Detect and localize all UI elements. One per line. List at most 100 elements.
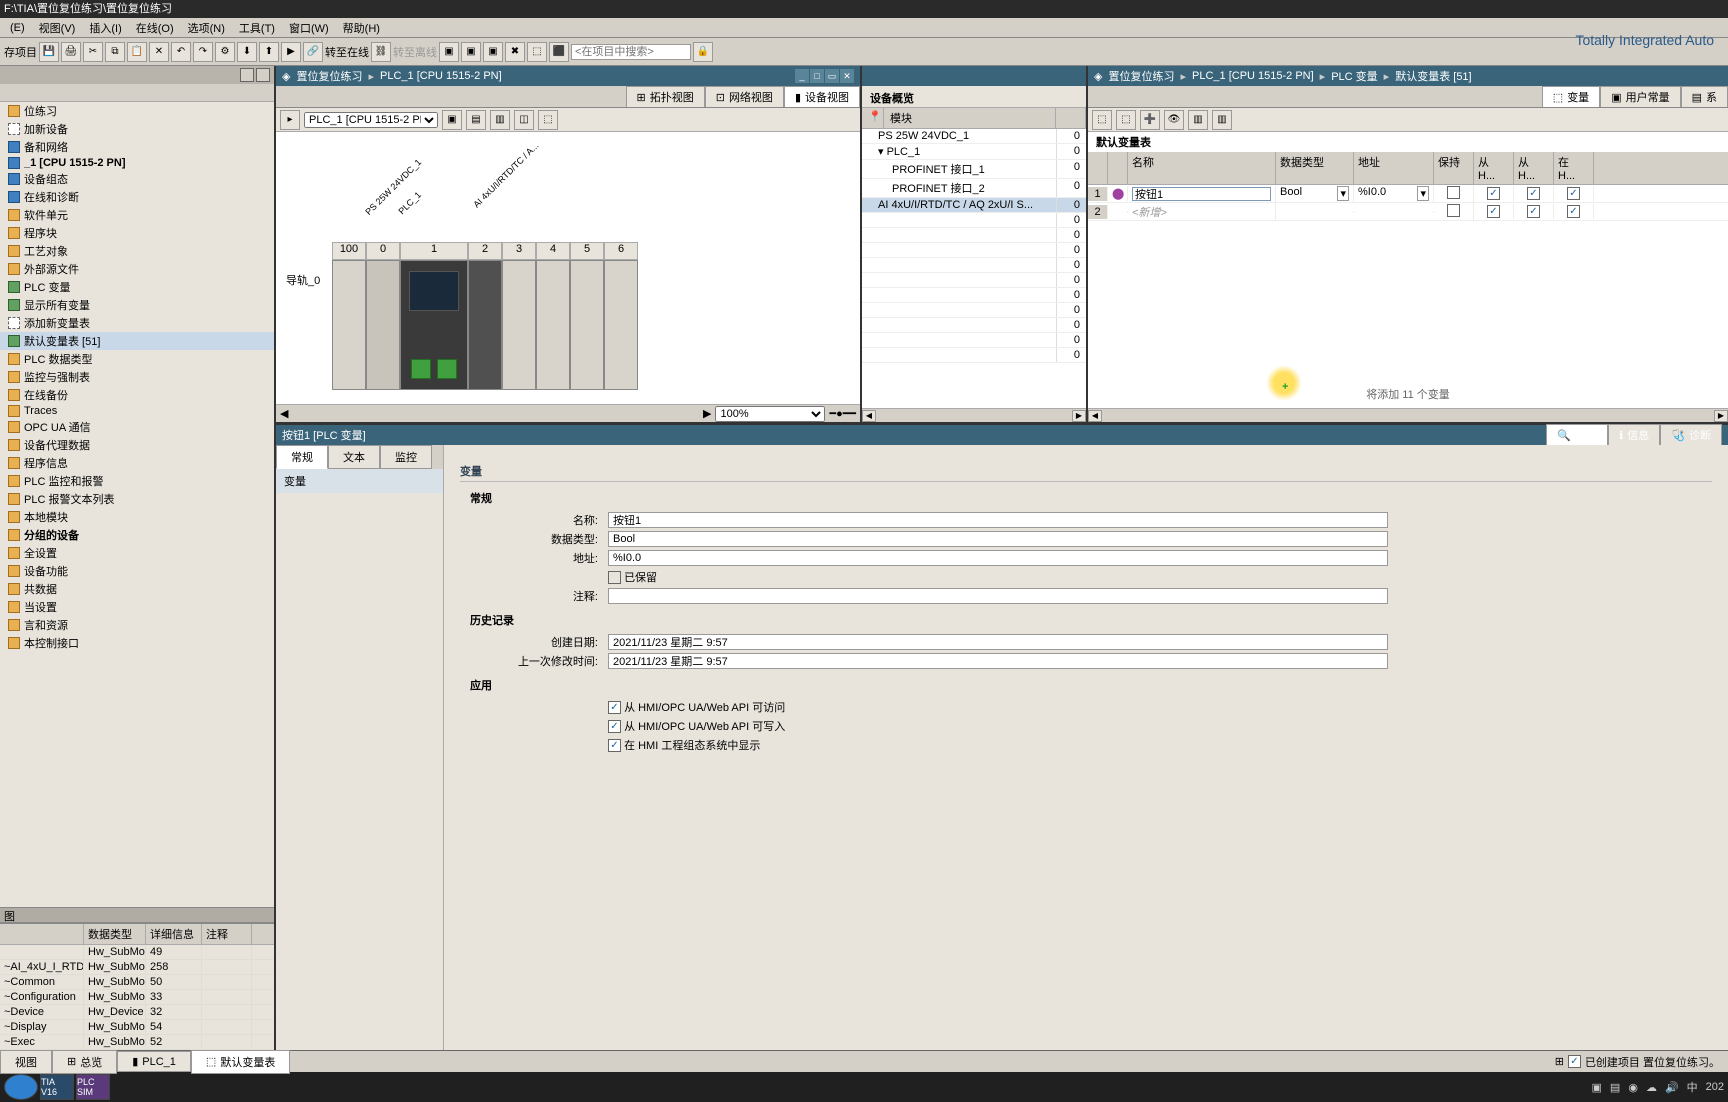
- slot-2-ai[interactable]: [468, 260, 502, 390]
- tbx4-icon[interactable]: ✖: [505, 42, 525, 62]
- tab-sys[interactable]: ▤系: [1681, 86, 1728, 107]
- go-offline-btn[interactable]: 转至离线: [393, 44, 437, 60]
- overview-row[interactable]: PROFINET 接口_10: [862, 160, 1086, 179]
- addr-dropdown-icon[interactable]: ▾: [1417, 186, 1429, 201]
- new-tag-placeholder[interactable]: <新增>: [1128, 203, 1276, 221]
- detail-row[interactable]: ~CommonHw_SubMo...50: [0, 975, 274, 990]
- menu-online[interactable]: 在线(O): [130, 18, 180, 38]
- slot-1-cpu[interactable]: [400, 260, 468, 390]
- upload-icon[interactable]: ⬆: [259, 42, 279, 62]
- layout-icon[interactable]: ⊞: [1555, 1055, 1564, 1068]
- tray-time[interactable]: 202: [1706, 1081, 1724, 1093]
- overview-empty-row[interactable]: 0: [862, 258, 1086, 273]
- copy-icon[interactable]: ⧉: [105, 42, 125, 62]
- scroll-left-icon[interactable]: ◀: [280, 407, 288, 420]
- overview-empty-row[interactable]: 0: [862, 273, 1086, 288]
- th-keep[interactable]: 保持: [1434, 152, 1474, 184]
- tree-item[interactable]: 当设置: [0, 598, 274, 616]
- dev-tool3-icon[interactable]: ▤: [466, 110, 486, 130]
- tray-icon1[interactable]: ▣: [1592, 1081, 1602, 1094]
- tree-item[interactable]: 位练习: [0, 102, 274, 120]
- sidetab-monitor[interactable]: 监控: [380, 445, 432, 469]
- chk-fromh2[interactable]: [1527, 187, 1540, 200]
- menu-help[interactable]: 帮助(H): [337, 18, 386, 38]
- tree-item[interactable]: 共数据: [0, 580, 274, 598]
- tab-diag[interactable]: 🩺诊断: [1660, 424, 1722, 445]
- tree-item[interactable]: PLC 监控和报警: [0, 472, 274, 490]
- th-addr[interactable]: 地址: [1354, 152, 1434, 184]
- paste-icon[interactable]: 📋: [127, 42, 147, 62]
- crumb2-tags[interactable]: PLC 变量: [1331, 68, 1377, 84]
- tree-item[interactable]: 本控制接口: [0, 634, 274, 652]
- tree-item[interactable]: 软件单元: [0, 206, 274, 224]
- save-project-btn[interactable]: 存项目: [4, 44, 37, 60]
- tree-item[interactable]: PLC 报警文本列表: [0, 490, 274, 508]
- print-icon[interactable]: 🖨: [61, 42, 81, 62]
- detail-row[interactable]: ~ConfigurationHw_SubMo...33: [0, 990, 274, 1005]
- slot-6[interactable]: [604, 260, 638, 390]
- device-rack[interactable]: 1000123456: [332, 242, 638, 390]
- tbx3-icon[interactable]: ▣: [483, 42, 503, 62]
- cut-icon[interactable]: ✂: [83, 42, 103, 62]
- tab-topology[interactable]: ⊞拓扑视图: [626, 86, 705, 107]
- tree-opt-icon[interactable]: [256, 68, 270, 82]
- tree-item[interactable]: 外部源文件: [0, 260, 274, 278]
- tag-addr[interactable]: %I0.0: [1358, 186, 1417, 201]
- detail-row[interactable]: Hw_SubMo...49: [0, 945, 274, 960]
- tree-item[interactable]: 显示所有变量: [0, 296, 274, 314]
- overview-empty-row[interactable]: 0: [862, 303, 1086, 318]
- tab-network[interactable]: ⊡网络视图: [705, 86, 784, 107]
- app-plcsim[interactable]: PLC SIM: [76, 1074, 110, 1100]
- vt4-icon[interactable]: 👁: [1164, 110, 1184, 130]
- tree-item[interactable]: 程序信息: [0, 454, 274, 472]
- zoom-slider[interactable]: ━●━━: [829, 407, 856, 420]
- tab-user-const[interactable]: ▣用户常量: [1600, 86, 1680, 107]
- crumb2-plc[interactable]: PLC_1 [CPU 1515-2 PN]: [1192, 70, 1314, 82]
- crumb2-project[interactable]: 置位复位练习: [1108, 68, 1174, 84]
- var-hscroll[interactable]: ◀▶: [1088, 408, 1728, 422]
- ov-module-hdr[interactable]: 模块: [884, 108, 1056, 128]
- field-dtype[interactable]: [608, 531, 1388, 547]
- menu-view[interactable]: 视图(V): [33, 18, 82, 38]
- chk2-inh[interactable]: [1567, 205, 1580, 218]
- vt6-icon[interactable]: ▥: [1212, 110, 1232, 130]
- win-rest-icon[interactable]: ▭: [825, 69, 839, 83]
- dh-comment[interactable]: 注释: [202, 924, 252, 944]
- detail-row[interactable]: ~ExecHw_SubMo...52: [0, 1035, 274, 1050]
- tree-item[interactable]: 备和网络: [0, 138, 274, 156]
- tree-item[interactable]: 程序块: [0, 224, 274, 242]
- vt5-icon[interactable]: ▥: [1188, 110, 1208, 130]
- overview-empty-row[interactable]: 0: [862, 318, 1086, 333]
- tree-item[interactable]: 工艺对象: [0, 242, 274, 260]
- win-min-icon[interactable]: _: [795, 69, 809, 83]
- ov-hscroll[interactable]: ◀▶: [862, 408, 1086, 422]
- th-name[interactable]: 名称: [1128, 152, 1276, 184]
- chk2-fromh2[interactable]: [1527, 205, 1540, 218]
- tree-collapse-icon[interactable]: [240, 68, 254, 82]
- chk-hmi-write[interactable]: [608, 720, 621, 733]
- overview-row[interactable]: AI 4xU/I/RTD/TC / AQ 2xU/I S...0: [862, 198, 1086, 213]
- overview-empty-row[interactable]: 0: [862, 288, 1086, 303]
- slot-0-ps[interactable]: [366, 260, 400, 390]
- tree-item[interactable]: PLC 变量: [0, 278, 274, 296]
- field-addr[interactable]: [608, 550, 1388, 566]
- chk-inh[interactable]: [1567, 187, 1580, 200]
- tree-item[interactable]: 言和资源: [0, 616, 274, 634]
- tray-ime[interactable]: 中: [1687, 1079, 1698, 1095]
- zoom-select[interactable]: 100%: [715, 406, 825, 422]
- slot-100[interactable]: [332, 260, 366, 390]
- th-dtype[interactable]: 数据类型: [1276, 152, 1354, 184]
- th-fromh1[interactable]: 从 H...: [1474, 152, 1514, 184]
- sim-icon[interactable]: ▶: [281, 42, 301, 62]
- app-tia[interactable]: TIA V16: [40, 1074, 74, 1100]
- tray-nvidia-icon[interactable]: ◉: [1628, 1081, 1638, 1094]
- tab-device[interactable]: ▮设备视图: [784, 86, 860, 107]
- nav-icon[interactable]: ◈: [282, 70, 290, 83]
- split-v-icon[interactable]: ⬛: [549, 42, 569, 62]
- tree-item[interactable]: Traces: [0, 404, 274, 418]
- menu-edit[interactable]: (E): [4, 20, 31, 36]
- slot-5[interactable]: [570, 260, 604, 390]
- chk-hmi-access[interactable]: [608, 701, 621, 714]
- th-inh[interactable]: 在 H...: [1554, 152, 1594, 184]
- search-opt-icon[interactable]: 🔒: [693, 42, 713, 62]
